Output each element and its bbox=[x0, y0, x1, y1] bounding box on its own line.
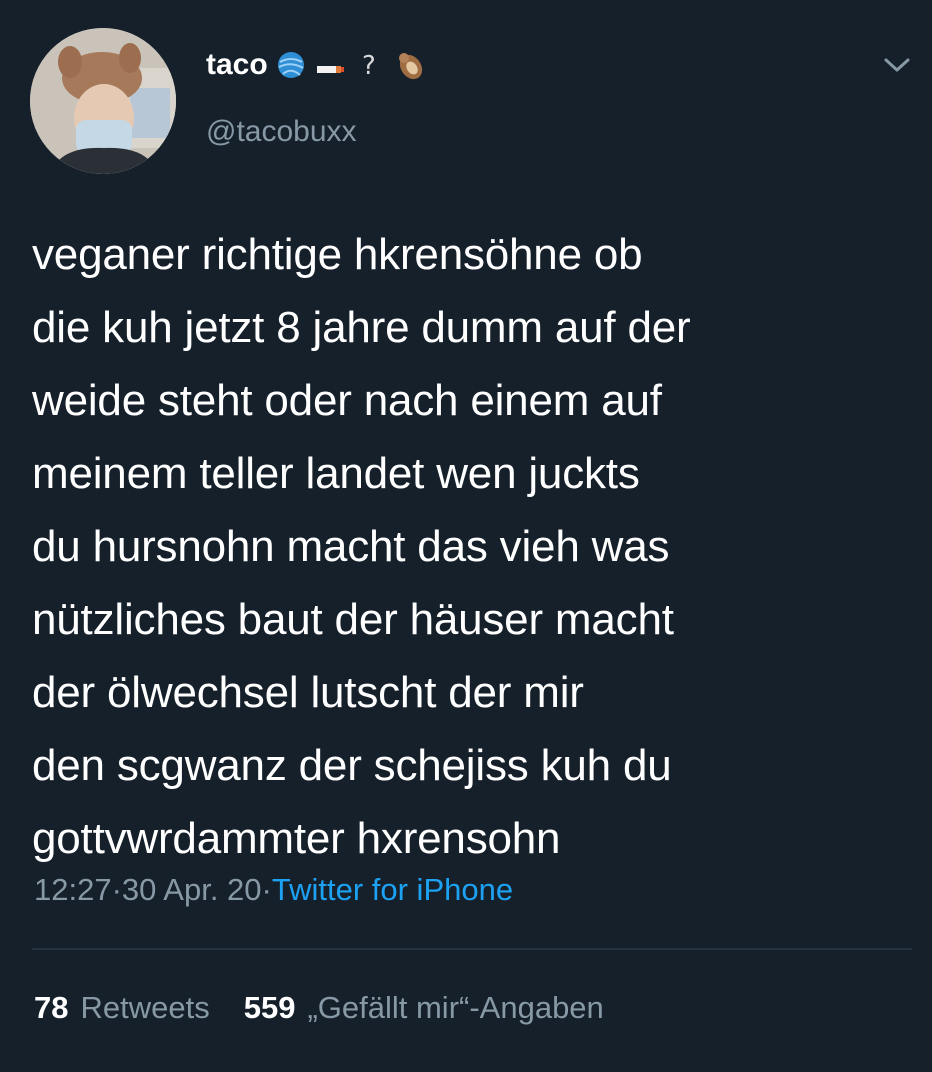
svg-text:?: ? bbox=[362, 51, 376, 81]
tweet-stats: 78 Retweets 559 „Gefällt mir“-Angaben bbox=[34, 990, 638, 1026]
retweets-count[interactable]: 78 bbox=[34, 990, 68, 1026]
tweet-time[interactable]: 12:27 bbox=[34, 872, 112, 908]
tweet-text: veganer richtige hkrensöhne ob die kuh j… bbox=[32, 230, 691, 863]
author-display-name[interactable]: taco ? bbox=[206, 48, 428, 82]
chevron-down-icon[interactable] bbox=[880, 52, 914, 78]
otter-icon bbox=[394, 48, 428, 82]
likes-label[interactable]: „Gefällt mir“-Angaben bbox=[307, 990, 603, 1026]
avatar-photo bbox=[30, 28, 176, 174]
retweets-label[interactable]: Retweets bbox=[80, 990, 209, 1026]
display-name-text[interactable]: taco bbox=[206, 48, 268, 82]
author-handle[interactable]: @tacobuxx bbox=[206, 115, 357, 149]
meta-separator-2: · bbox=[261, 872, 272, 907]
likes-count[interactable]: 559 bbox=[244, 990, 296, 1026]
meta-separator: · bbox=[111, 872, 122, 907]
tweet-date[interactable]: 30 Apr. 20 bbox=[122, 872, 262, 908]
question-mark-icon: ? bbox=[354, 48, 388, 82]
cigarette-icon bbox=[314, 48, 348, 82]
divider bbox=[32, 948, 912, 950]
tweet-meta: 12:27 · 30 Apr. 20 · Twitter for iPhone bbox=[34, 872, 513, 908]
avatar[interactable] bbox=[30, 28, 176, 174]
tweet-card: taco ? @tacobuxx veganer richtige hkrens… bbox=[0, 0, 932, 1072]
tweet-source-link[interactable]: Twitter for iPhone bbox=[272, 872, 513, 908]
yarn-ball-icon bbox=[274, 48, 308, 82]
